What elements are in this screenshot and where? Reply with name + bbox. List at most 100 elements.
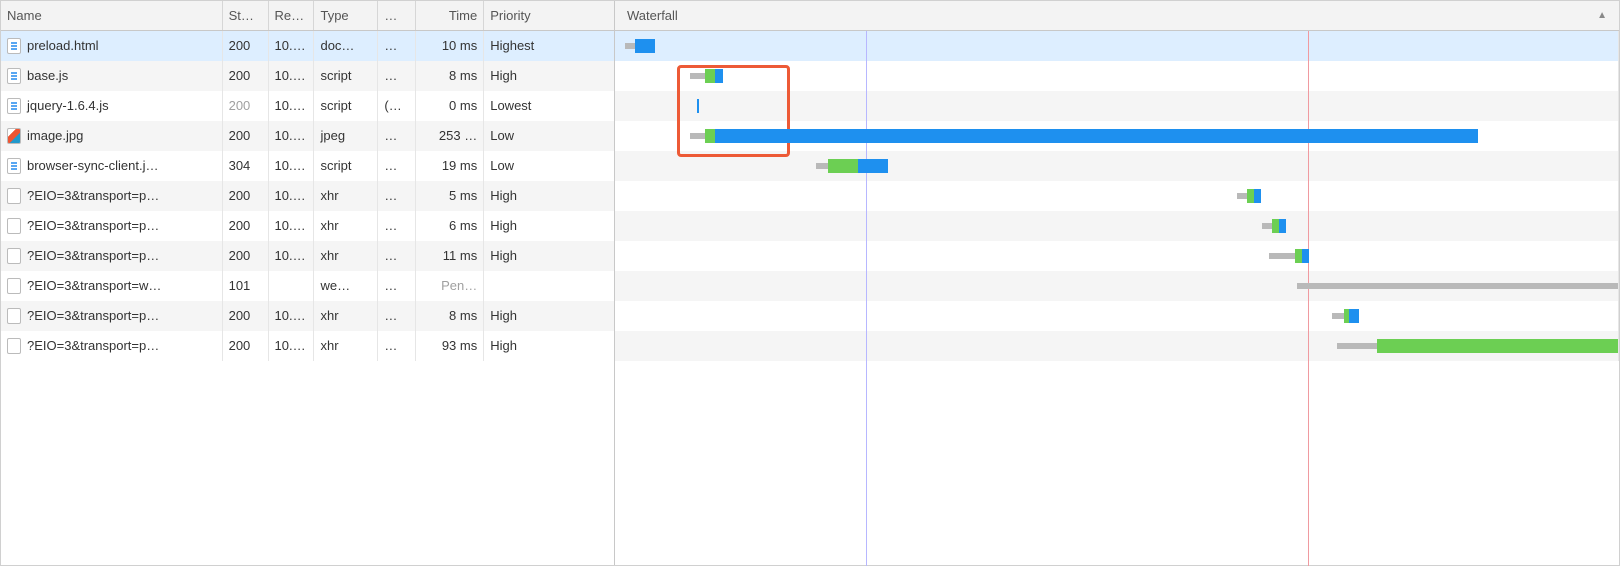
initiator-cell: …	[378, 181, 416, 211]
col-header-initiator[interactable]: …	[378, 1, 416, 30]
waterfall-row[interactable]	[615, 91, 1619, 121]
waterfall-seg-wait	[625, 43, 635, 49]
initiator-cell: …	[378, 241, 416, 271]
priority-cell: High	[484, 331, 614, 361]
col-header-priority[interactable]: Priority	[484, 1, 614, 30]
col-header-type[interactable]: Type	[314, 1, 378, 30]
table-row[interactable]: ?EIO=3&transport=p…20010.…xhr…93 msHigh	[1, 331, 614, 361]
priority-cell: Lowest	[484, 91, 614, 121]
status-cell: 101	[223, 271, 269, 301]
request-name: ?EIO=3&transport=p…	[27, 211, 159, 241]
col-header-time[interactable]: Time	[416, 1, 484, 30]
priority-cell: High	[484, 241, 614, 271]
type-cell: we…	[314, 271, 378, 301]
initiator-cell: …	[378, 331, 416, 361]
waterfall-seg-conn	[705, 129, 715, 143]
waterfall-seg-conn	[705, 69, 715, 83]
request-name: image.jpg	[27, 121, 83, 151]
initiator-cell: …	[378, 31, 416, 61]
waterfall-seg-blue	[858, 159, 888, 173]
col-header-name[interactable]: Name	[1, 1, 223, 30]
remote-cell	[269, 271, 315, 301]
table-row[interactable]: browser-sync-client.j…30410.…script…19 m…	[1, 151, 614, 181]
waterfall-track	[615, 151, 1618, 181]
waterfall-seg-blue	[635, 39, 655, 53]
name-cell: jquery-1.6.4.js	[1, 91, 223, 121]
waterfall-seg-wait	[1262, 223, 1272, 229]
col-header-remote[interactable]: Re…	[269, 1, 315, 30]
table-row[interactable]: image.jpg20010.…jpeg…253 …Low	[1, 121, 614, 151]
request-name: ?EIO=3&transport=p…	[27, 241, 159, 271]
waterfall-row[interactable]	[615, 61, 1619, 91]
table-row[interactable]: base.js20010.…script…8 msHigh	[1, 61, 614, 91]
waterfall-seg-tick	[697, 99, 699, 113]
waterfall-row[interactable]	[615, 151, 1619, 181]
waterfall-track	[615, 331, 1618, 361]
waterfall-track	[615, 181, 1618, 211]
table-header: Name St… Re… Type … Time Priority	[1, 1, 614, 31]
request-name: browser-sync-client.j…	[27, 151, 158, 181]
table-row[interactable]: preload.html20010.…doc……10 msHighest	[1, 31, 614, 61]
type-cell: xhr	[314, 181, 378, 211]
table-body-left: preload.html20010.…doc……10 msHighestbase…	[1, 31, 614, 361]
remote-cell: 10.…	[269, 211, 315, 241]
type-cell: xhr	[314, 241, 378, 271]
request-name: ?EIO=3&transport=p…	[27, 181, 159, 211]
waterfall-cell	[615, 61, 1619, 91]
waterfall-row[interactable]	[615, 181, 1619, 211]
name-cell: base.js	[1, 61, 223, 91]
doc-file-icon	[7, 98, 21, 114]
waterfall-seg-blue	[1254, 189, 1261, 203]
request-name: preload.html	[27, 31, 99, 61]
waterfall-seg-wait	[1297, 283, 1619, 289]
priority-cell: High	[484, 211, 614, 241]
time-cell: 253 …	[416, 121, 484, 151]
table-row[interactable]: ?EIO=3&transport=p…20010.…xhr…11 msHigh	[1, 241, 614, 271]
waterfall-row[interactable]	[615, 301, 1619, 331]
table-row[interactable]: ?EIO=3&transport=p…20010.…xhr…8 msHigh	[1, 301, 614, 331]
status-cell: 200	[223, 31, 269, 61]
waterfall-track	[615, 121, 1618, 151]
col-header-waterfall[interactable]: Waterfall ▲	[615, 1, 1619, 30]
status-cell: 200	[223, 301, 269, 331]
priority-cell: Highest	[484, 31, 614, 61]
waterfall-cell	[615, 151, 1619, 181]
waterfall-row[interactable]	[615, 241, 1619, 271]
time-cell: Pen…	[416, 271, 484, 301]
remote-cell: 10.…	[269, 91, 315, 121]
table-row[interactable]: jquery-1.6.4.js20010.…script(…0 msLowest	[1, 91, 614, 121]
waterfall-row[interactable]	[615, 121, 1619, 151]
blank-file-icon	[7, 278, 21, 294]
name-cell: ?EIO=3&transport=p…	[1, 181, 223, 211]
name-cell: ?EIO=3&transport=p…	[1, 301, 223, 331]
waterfall-seg-wait	[816, 163, 828, 169]
waterfall-row[interactable]	[615, 211, 1619, 241]
doc-file-icon	[7, 68, 21, 84]
name-cell: preload.html	[1, 31, 223, 61]
priority-cell: High	[484, 181, 614, 211]
remote-cell: 10.…	[269, 121, 315, 151]
table-row[interactable]: ?EIO=3&transport=w…101we……Pen…	[1, 271, 614, 301]
request-name: ?EIO=3&transport=w…	[27, 271, 161, 301]
waterfall-track	[615, 31, 1618, 61]
table-row[interactable]: ?EIO=3&transport=p…20010.…xhr…6 msHigh	[1, 211, 614, 241]
initiator-cell: (…	[378, 91, 416, 121]
waterfall-row[interactable]	[615, 331, 1619, 361]
waterfall-row[interactable]	[615, 31, 1619, 61]
status-cell: 200	[223, 91, 269, 121]
waterfall-seg-wait	[1337, 343, 1377, 349]
waterfall-seg-blue	[715, 69, 723, 83]
sort-asc-icon: ▲	[1597, 1, 1613, 30]
name-cell: image.jpg	[1, 121, 223, 151]
time-cell: 19 ms	[416, 151, 484, 181]
type-cell: jpeg	[314, 121, 378, 151]
table-row[interactable]: ?EIO=3&transport=p…20010.…xhr…5 msHigh	[1, 181, 614, 211]
waterfall-row[interactable]	[615, 271, 1619, 301]
blank-file-icon	[7, 218, 21, 234]
waterfall-track	[615, 271, 1618, 301]
blank-file-icon	[7, 308, 21, 324]
waterfall-seg-blue	[1349, 309, 1359, 323]
remote-cell: 10.…	[269, 331, 315, 361]
col-header-status[interactable]: St…	[223, 1, 269, 30]
time-cell: 93 ms	[416, 331, 484, 361]
